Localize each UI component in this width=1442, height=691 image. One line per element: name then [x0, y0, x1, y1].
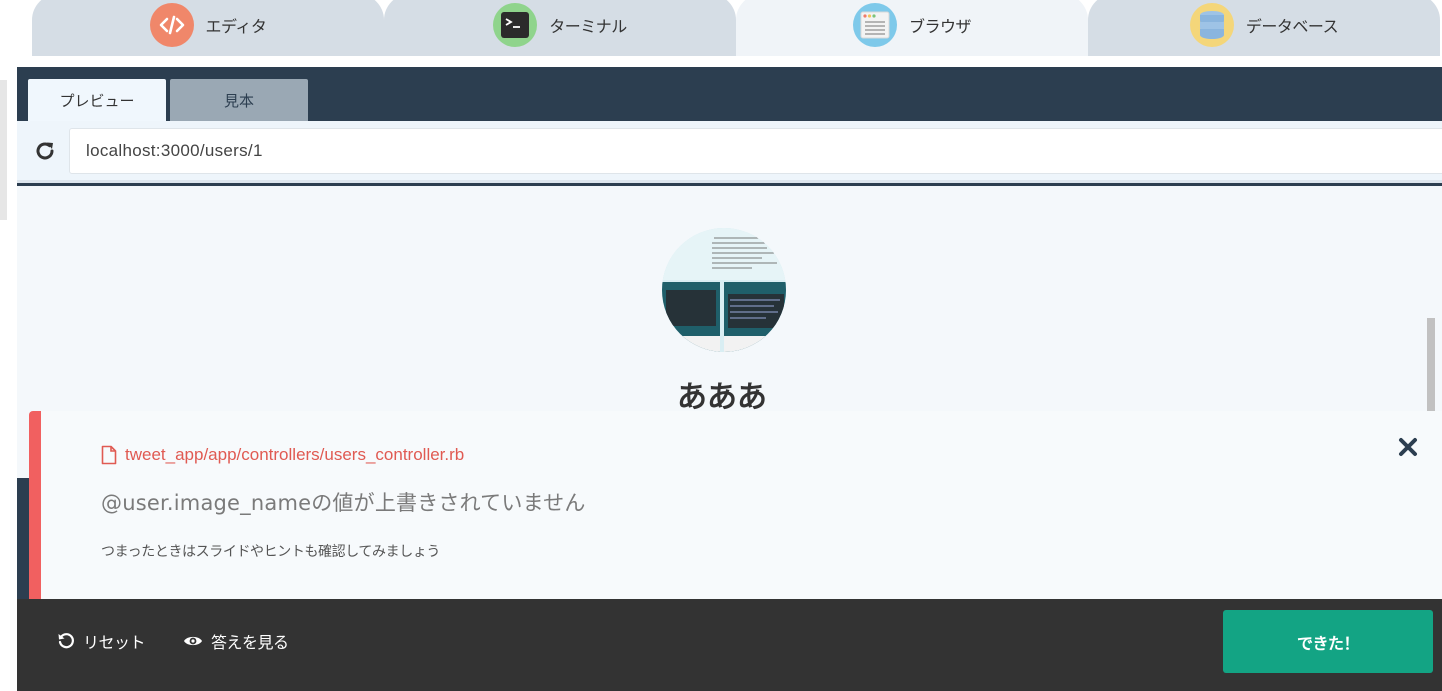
terminal-icon	[493, 3, 538, 47]
user-avatar-image	[662, 228, 786, 352]
done-button[interactable]: できた！	[1223, 610, 1433, 673]
bottom-action-bar: リセット 答えを見る できた！	[17, 599, 1442, 691]
tab-sample[interactable]: 見本	[170, 79, 308, 121]
env-tab-label: データベース	[1245, 17, 1339, 36]
close-icon[interactable]	[1394, 433, 1422, 461]
database-icon	[1189, 3, 1234, 47]
show-answer-button[interactable]: 答えを見る	[183, 629, 289, 653]
eye-icon	[184, 636, 202, 646]
reset-button[interactable]: リセット	[57, 629, 146, 653]
show-answer-label: 答えを見る	[211, 633, 289, 652]
reset-label: リセット	[83, 633, 146, 652]
error-file-path: tweet_app/app/controllers/users_controll…	[125, 445, 465, 464]
app-root: エディタ ターミナル ブラウザ データベース プレビュー 見本 localhos…	[0, 0, 1442, 691]
page-scrollbar-thumb[interactable]	[1427, 318, 1435, 418]
undo-icon	[58, 633, 74, 649]
env-tab-editor[interactable]: エディタ	[32, 0, 384, 56]
error-message: @user.image_nameの値が上書きされていません	[101, 491, 586, 515]
preview-tab-bar: プレビュー 見本	[17, 67, 1442, 121]
browser-icon	[852, 3, 897, 47]
env-tab-label: ターミナル	[549, 17, 627, 36]
address-bar	[17, 121, 1442, 183]
error-hint: つまったときはスライドやヒントも確認してみましょう	[101, 544, 441, 560]
url-input[interactable]	[69, 128, 1442, 174]
env-tab-browser[interactable]: ブラウザ	[736, 0, 1088, 56]
left-edge-scrollbar	[0, 80, 7, 220]
environment-tab-bar: エディタ ターミナル ブラウザ データベース	[0, 0, 1442, 56]
error-file-link[interactable]: tweet_app/app/controllers/users_controll…	[101, 445, 464, 465]
reload-icon[interactable]	[31, 137, 59, 165]
user-name-heading: あああ	[677, 380, 767, 415]
tab-preview[interactable]: プレビュー	[28, 79, 166, 121]
env-tab-label: エディタ	[205, 17, 267, 36]
file-icon	[101, 445, 117, 465]
code-icon	[149, 3, 194, 47]
error-feedback-panel: tweet_app/app/controllers/users_controll…	[29, 411, 1442, 599]
env-tab-label: ブラウザ	[908, 17, 972, 36]
env-tab-terminal[interactable]: ターミナル	[384, 0, 736, 56]
env-tab-database[interactable]: データベース	[1088, 0, 1440, 56]
